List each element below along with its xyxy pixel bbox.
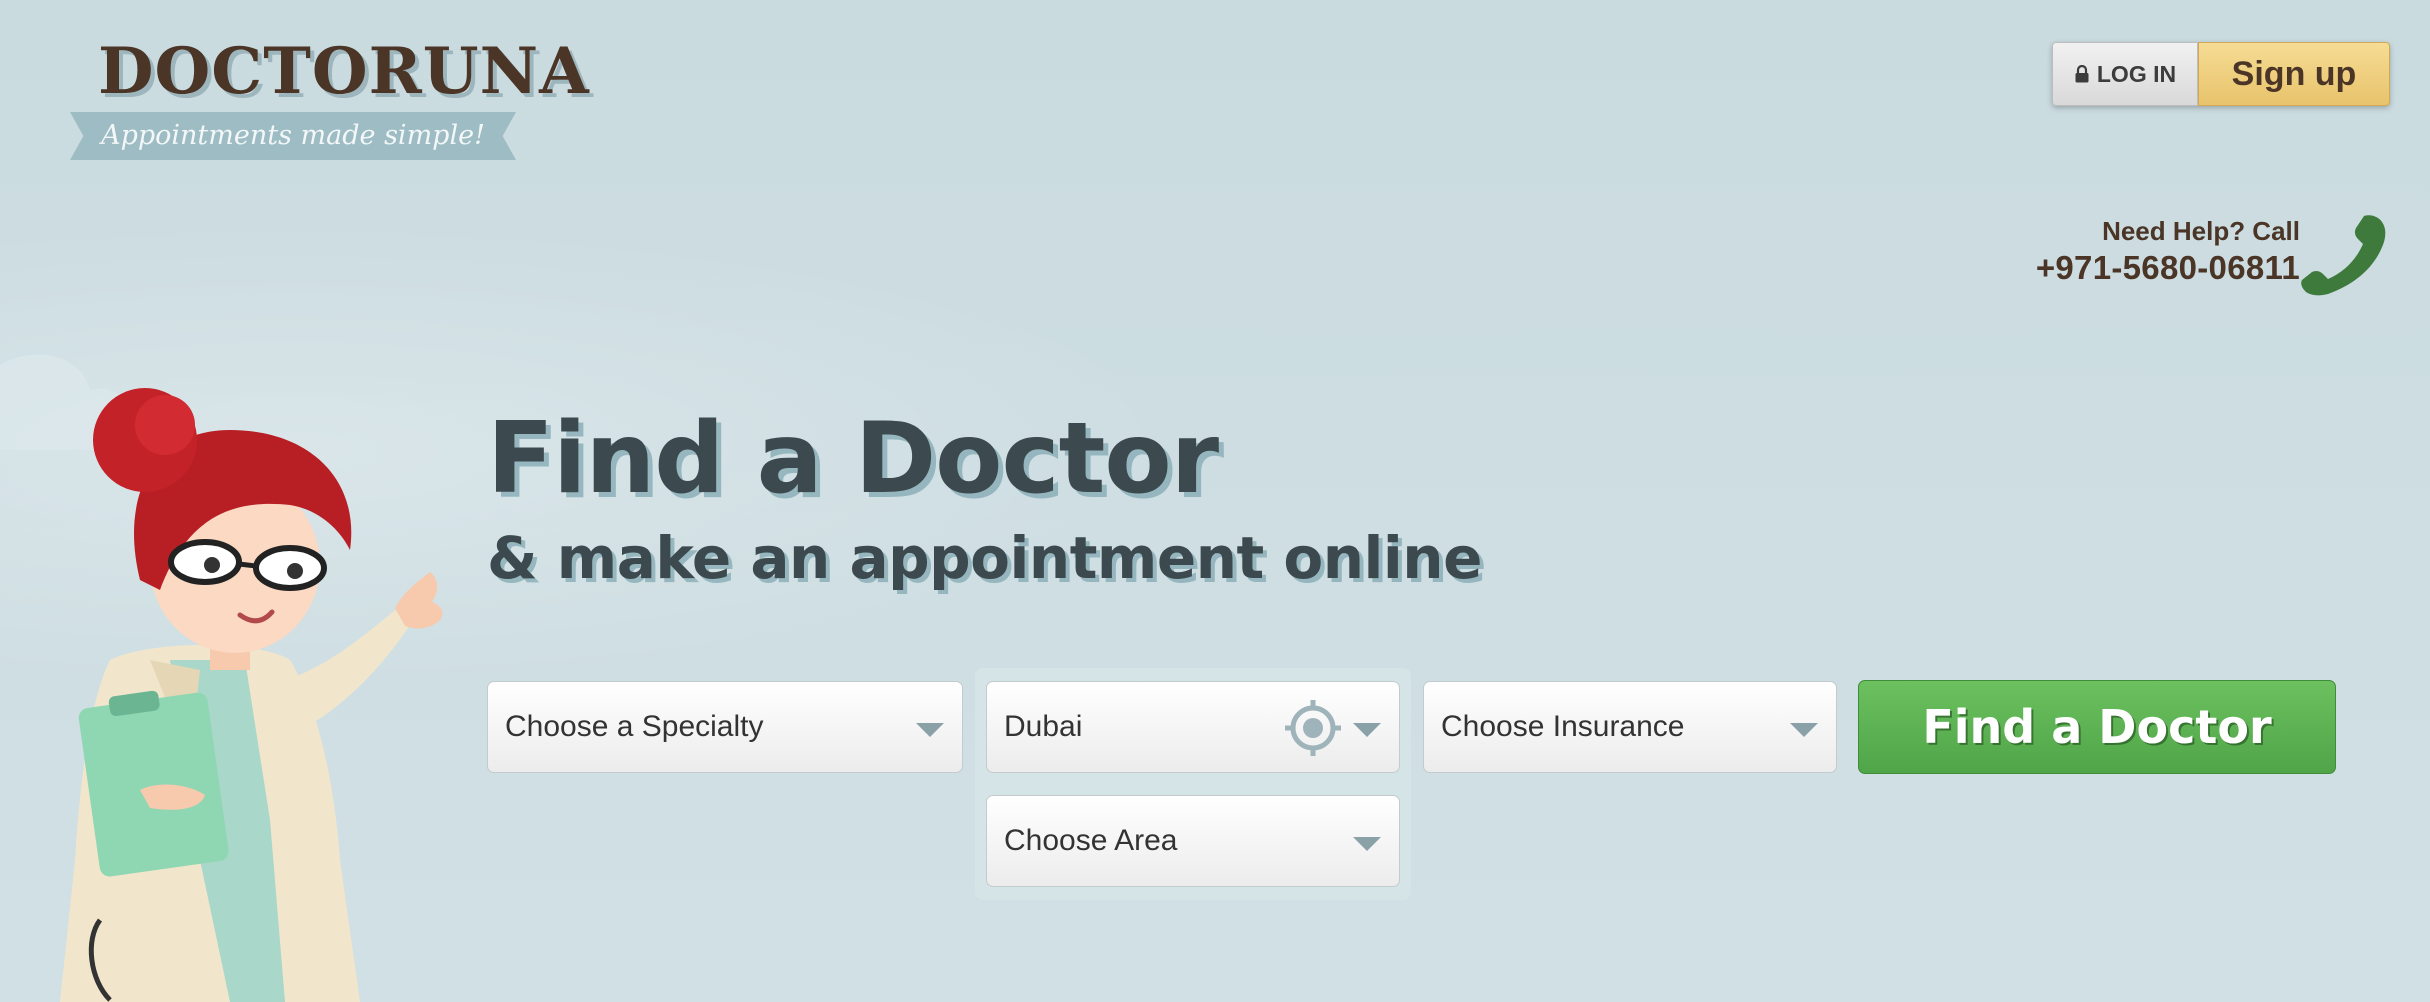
hero-subheadline: & make an appointment online xyxy=(487,524,1482,592)
chevron-down-icon xyxy=(1353,723,1381,737)
insurance-select[interactable]: Choose Insurance xyxy=(1423,681,1837,773)
hero-headline: Find a Doctor xyxy=(487,402,1219,516)
specialty-select-label: Choose a Specialty xyxy=(505,710,764,743)
logo-tagline: Appointments made simple! xyxy=(101,120,485,151)
logo-wordmark: DOCTORUNA xyxy=(98,34,590,109)
doctor-illustration xyxy=(0,354,443,1002)
city-select[interactable]: Dubai xyxy=(986,681,1400,773)
lock-icon xyxy=(2075,65,2089,83)
area-select-label: Choose Area xyxy=(1004,824,1178,857)
help-contact: Need Help? Call +971-5680-06811 xyxy=(1990,215,2300,289)
insurance-select-label: Choose Insurance xyxy=(1441,710,1685,743)
login-label: LOG IN xyxy=(2096,60,2177,87)
location-target-icon[interactable] xyxy=(1285,700,1341,756)
chevron-down-icon xyxy=(1790,723,1818,737)
login-button[interactable]: LOG IN xyxy=(2052,42,2198,106)
chevron-down-icon xyxy=(1353,837,1381,851)
find-doctor-button-label: Find a Doctor xyxy=(1922,700,2272,754)
logo[interactable]: DOCTORUNA Appointments made simple! xyxy=(70,34,589,164)
help-text: Need Help? Call xyxy=(2102,216,2300,246)
help-phone-number[interactable]: +971-5680-06811 xyxy=(1990,247,2300,289)
chevron-down-icon xyxy=(916,723,944,737)
signup-button[interactable]: Sign up xyxy=(2198,42,2390,106)
specialty-select[interactable]: Choose a Specialty xyxy=(487,681,963,773)
page-background: DOCTORUNA Appointments made simple! LOG … xyxy=(0,0,2430,1002)
area-select[interactable]: Choose Area xyxy=(986,795,1400,887)
signup-label: Sign up xyxy=(2231,54,2357,93)
city-select-value: Dubai xyxy=(1004,710,1083,743)
auth-buttons: LOG IN Sign up xyxy=(2052,42,2390,106)
find-doctor-button[interactable]: Find a Doctor xyxy=(1858,680,2336,774)
phone-icon xyxy=(2301,215,2386,296)
